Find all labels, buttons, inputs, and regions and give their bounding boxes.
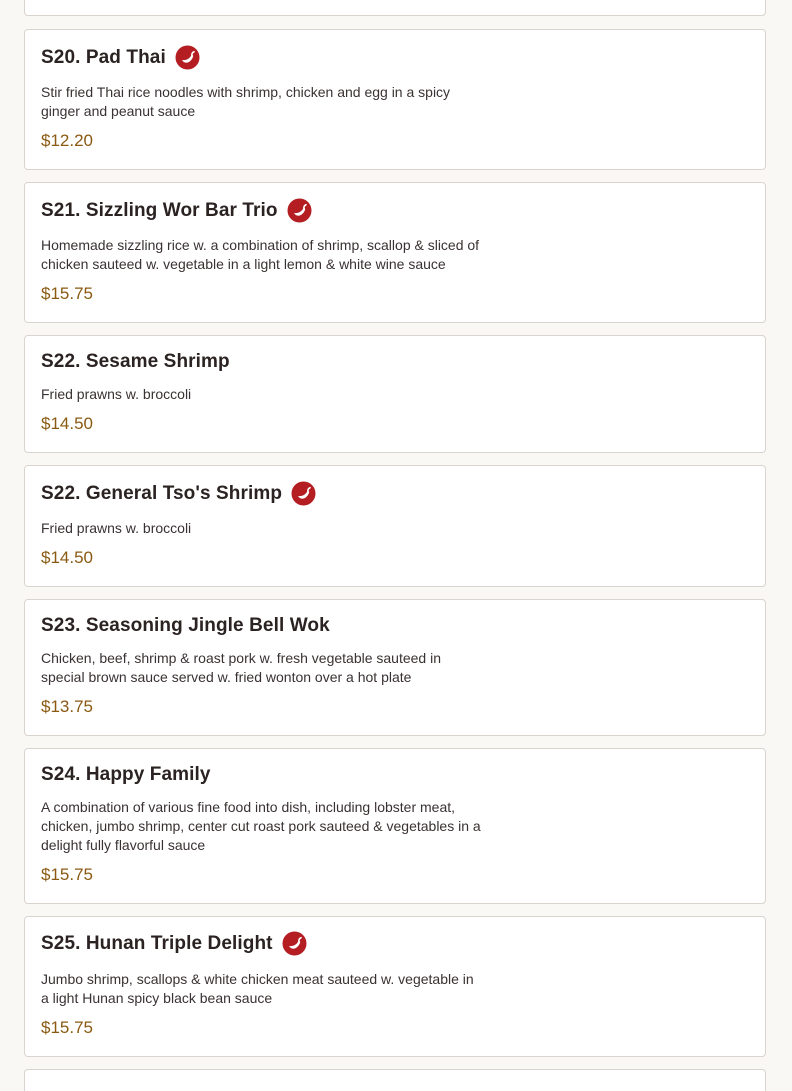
menu-item-list: S20. Pad Thai Stir fried Thai rice noodl… — [0, 0, 792, 1091]
menu-item-title-row: S24. Happy Family — [41, 764, 211, 786]
menu-item-title: S23. Seasoning Jingle Bell Wok — [41, 615, 330, 636]
menu-item-card[interactable]: S25. Hunan Triple Delight Jumbo shrimp, … — [24, 916, 766, 1057]
menu-item-card[interactable]: S20. Pad Thai Stir fried Thai rice noodl… — [24, 29, 766, 170]
menu-item-card[interactable]: S22. General Tso's Shrimp Fried prawns w… — [24, 465, 766, 587]
menu-item-title-row: S23. Seasoning Jingle Bell Wok — [41, 615, 330, 637]
menu-item-title-row: S21. Sizzling Wor Bar Trio — [41, 198, 312, 223]
menu-item-description: Homemade sizzling rice w. a combination … — [41, 237, 480, 272]
menu-item-title: S21. Sizzling Wor Bar Trio — [41, 199, 278, 221]
menu-item-description: A combination of various fine food into … — [41, 799, 481, 853]
menu-item-price: $15.75 — [41, 865, 93, 884]
menu-item-price: $14.50 — [41, 548, 93, 567]
menu-item-title-row: S22. General Tso's Shrimp — [41, 481, 316, 506]
menu-item-title: S24. Happy Family — [41, 764, 211, 785]
menu-item-title: S25. Hunan Triple Delight — [41, 932, 273, 954]
menu-item-title-row: S25. Hunan Triple Delight — [41, 931, 307, 956]
menu-item-description: Chicken, beef, shrimp & roast pork w. fr… — [41, 650, 441, 685]
menu-item-price: $12.20 — [41, 131, 93, 150]
menu-item-description: Stir fried Thai rice noodles with shrimp… — [41, 84, 451, 119]
menu-item-price: $14.50 — [41, 414, 93, 433]
menu-item-card-previous[interactable] — [24, 0, 766, 16]
menu-item-card-next[interactable] — [24, 1069, 766, 1091]
menu-item-price: $15.75 — [41, 1018, 93, 1037]
menu-item-title: S20. Pad Thai — [41, 46, 166, 68]
menu-item-title-row: S22. Sesame Shrimp — [41, 351, 230, 373]
chili-pepper-icon — [287, 198, 312, 223]
chili-pepper-icon — [175, 45, 200, 70]
menu-item-card[interactable]: S21. Sizzling Wor Bar Trio Homemade sizz… — [24, 182, 766, 323]
chili-pepper-icon — [291, 481, 316, 506]
menu-item-title: S22. General Tso's Shrimp — [41, 482, 283, 504]
menu-item-title: S22. Sesame Shrimp — [41, 351, 230, 372]
menu-item-price: $13.75 — [41, 697, 93, 716]
menu-item-title-row: S20. Pad Thai — [41, 45, 200, 70]
menu-item-card[interactable]: S22. Sesame Shrimp Fried prawns w. brocc… — [24, 335, 766, 453]
chili-pepper-icon — [282, 931, 307, 956]
menu-item-card[interactable]: S23. Seasoning Jingle Bell Wok Chicken, … — [24, 599, 766, 736]
menu-item-description: Jumbo shrimp, scallops & white chicken m… — [41, 971, 474, 1006]
menu-item-price: $15.75 — [41, 284, 93, 303]
menu-item-description: Fried prawns w. broccoli — [41, 520, 192, 536]
menu-item-description: Fried prawns w. broccoli — [41, 386, 192, 402]
menu-item-card[interactable]: S24. Happy Family A combination of vario… — [24, 748, 766, 904]
